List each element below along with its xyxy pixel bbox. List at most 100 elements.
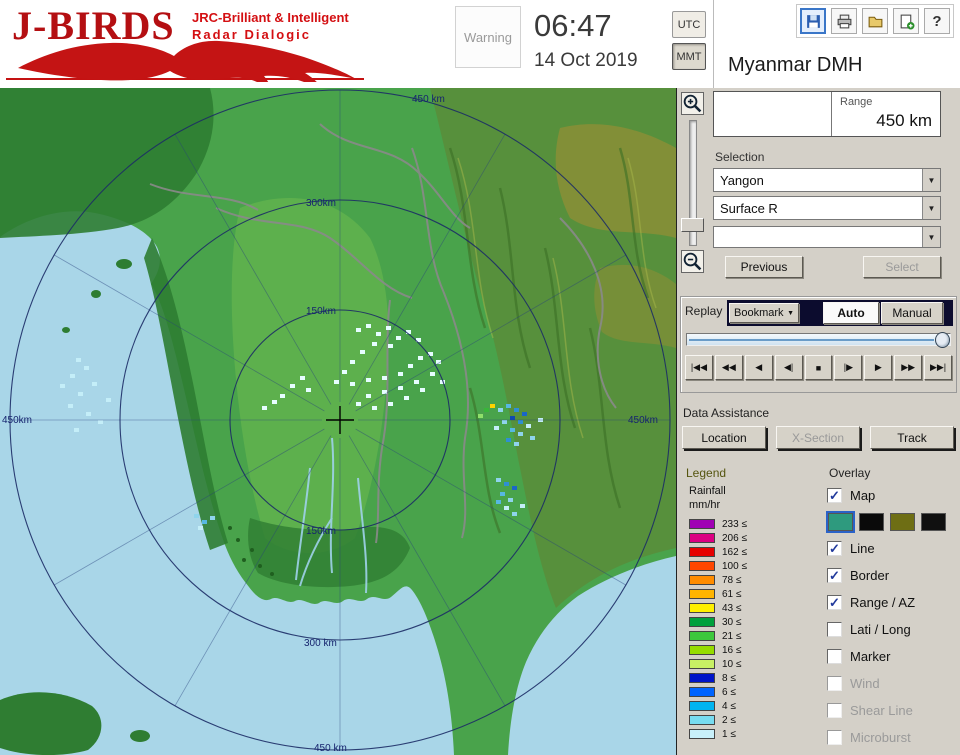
toolbar: ? [796,4,954,38]
playback-step-back-button[interactable]: ◀| [774,355,803,380]
overlay-item-label: Map [850,488,876,503]
playback-step-forward-button[interactable]: |▶ [834,355,863,380]
warning-label: Warning [464,29,512,45]
replay-title: Replay [685,304,723,318]
legend-scale-row: 162 ≤ [689,545,811,559]
overlay-title: Overlay [829,466,871,480]
export-button[interactable] [893,8,919,34]
legend-color-swatch [689,603,715,613]
save-icon [806,14,820,28]
eagle-logo-icon [18,40,356,82]
playback-fast-rewind-button[interactable]: ◀◀ [714,355,743,380]
playback-rewind-button[interactable]: ◀ [744,355,773,380]
checkbox-checked-icon[interactable]: ✓ [827,568,842,583]
site-dropdown[interactable]: Yangon ▼ [713,168,941,192]
x-section-button: X-Section [776,426,860,449]
playback-stop-button[interactable]: ■ [804,355,833,380]
overlay-list: ✓ Map ✓ Line ✓ Border ✓ Range / AZ Lati / Long Ma… [826,482,959,751]
playback-go-start-button[interactable]: |◀◀ [685,355,713,380]
logo-subtitle-1: JRC-Brilliant & Intelligent [192,10,349,25]
legend-color-swatch [689,701,715,711]
map-style-swatches [826,509,959,535]
save-button[interactable] [800,8,826,34]
range-display: Range 450 km [713,91,941,137]
logo: J-BIRDS JRC-Brilliant & Intelligent Rada… [6,2,370,86]
legend-threshold-value: 6 ≤ [722,686,736,698]
map-style-swatch[interactable] [826,511,855,533]
overlay-item-range-az[interactable]: ✓ Range / AZ [827,589,959,616]
utc-button[interactable]: UTC [672,11,706,38]
legend-threshold-value: 21 ≤ [722,630,742,642]
map-style-swatch[interactable] [921,513,946,531]
overlay-item-marker[interactable]: Marker [827,643,959,670]
checkbox-checked-icon[interactable]: ✓ [827,595,842,610]
open-folder-button[interactable] [862,8,888,34]
help-button[interactable]: ? [924,8,950,34]
playback-go-end-button[interactable]: ▶▶| [924,355,953,380]
bookmark-label: Bookmark [734,307,784,319]
select-button[interactable]: Select [863,256,941,278]
station-title: Myanmar DMH [728,54,863,76]
overlay-item-border[interactable]: ✓ Border [827,562,959,589]
legend-color-swatch [689,715,715,725]
chevron-down-icon[interactable]: ▼ [922,169,940,191]
ring-label-top-450: 450 km [412,94,445,105]
extra-dropdown[interactable]: ▼ [713,226,941,248]
legend-threshold-value: 100 ≤ [722,560,747,572]
range-label: Range [840,96,873,108]
overlay-item-map[interactable]: ✓ Map [827,482,959,509]
zoom-out-button[interactable] [681,250,704,273]
zoom-in-button[interactable] [681,92,704,115]
manual-mode-button[interactable]: Manual [881,302,943,324]
playback-controls: |◀◀ ◀◀ ◀ ◀| ■ |▶ ▶ ▶▶ ▶▶| [685,355,953,380]
legend-color-swatch [689,687,715,697]
print-button[interactable] [831,8,857,34]
checkbox-icon[interactable] [827,622,842,637]
checkbox-icon[interactable] [827,649,842,664]
clock-date: 14 Oct 2019 [534,50,638,71]
checkbox-icon [827,676,842,691]
legend-scale-row: 21 ≤ [689,629,811,643]
legend-color-swatch [689,589,715,599]
overlay-item-lati-long[interactable]: Lati / Long [827,616,959,643]
mmt-button[interactable]: MMT [672,43,706,70]
product-dropdown[interactable]: Surface R ▼ [713,196,941,220]
chevron-down-icon[interactable]: ▼ [922,227,940,247]
zoom-slider-thumb[interactable] [681,218,704,232]
ring-label-top-300: 300km [306,198,336,209]
location-button[interactable]: Location [682,426,766,449]
overlay-item-label: Wind [850,676,880,691]
map-style-swatch[interactable] [890,513,915,531]
legend-scale-row: 4 ≤ [689,699,811,713]
help-icon: ? [932,12,942,30]
header-divider [713,0,714,88]
replay-slider-track[interactable] [686,332,951,348]
previous-button[interactable]: Previous [725,256,803,278]
chevron-down-icon[interactable]: ▼ [922,197,940,219]
playback-forward-button[interactable]: ▶ [864,355,893,380]
legend-threshold-value: 1 ≤ [722,728,736,740]
overlay-item-label: Shear Line [850,703,913,718]
overlay-item-line[interactable]: ✓ Line [827,535,959,562]
checkbox-checked-icon[interactable]: ✓ [827,541,842,556]
checkbox-checked-icon[interactable]: ✓ [827,488,842,503]
data-assistance-buttons: Location X-Section Track [682,426,954,449]
playback-fast-forward-button[interactable]: ▶▶ [894,355,923,380]
radar-map[interactable]: 450 km 300km 150km 150km 300 km 450 km 4… [0,88,676,755]
map-style-swatch[interactable] [859,513,884,531]
legend-scale-row: 1 ≤ [689,727,811,741]
zoom-in-icon [683,94,702,113]
range-display-left [714,92,832,136]
checkbox-icon [827,703,842,718]
legend-color-swatch [689,659,715,669]
auto-mode-button[interactable]: Auto [823,302,879,324]
bookmark-button[interactable]: Bookmark ▼ [729,303,799,323]
legend-color-swatch [689,547,715,557]
track-button[interactable]: Track [870,426,954,449]
replay-slider-thumb[interactable] [935,332,950,348]
overlay-item-label: Border [850,568,890,583]
legend-threshold-value: 233 ≤ [722,518,747,530]
legend-color-swatch [689,617,715,627]
legend-threshold-value: 61 ≤ [722,588,742,600]
legend-threshold-value: 206 ≤ [722,532,747,544]
